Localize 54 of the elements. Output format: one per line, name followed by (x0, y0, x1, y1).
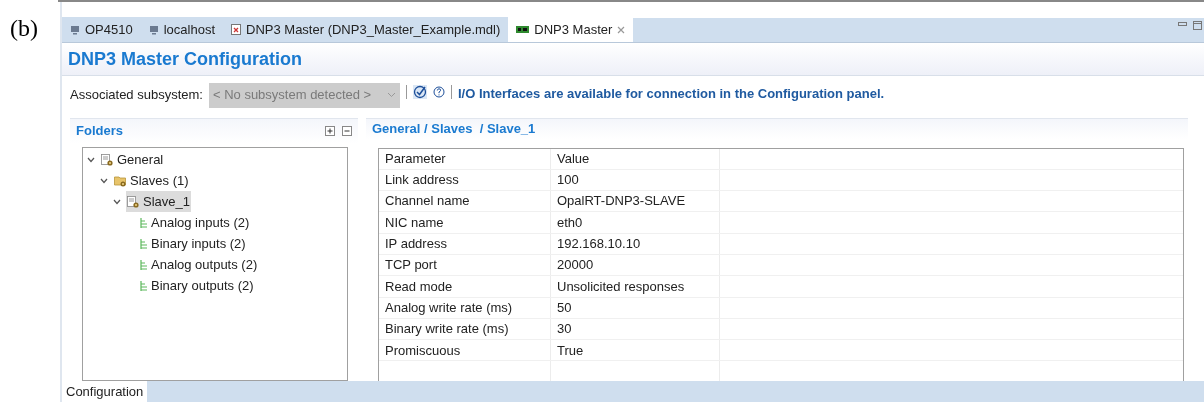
table-cell: IP address (379, 233, 551, 254)
table-cell: 192.168.10.10 (551, 233, 720, 254)
table-cell: Unsolicited responses (551, 276, 720, 297)
table-cell: 50 (551, 297, 720, 318)
table-cell: Binary write rate (ms) (379, 318, 551, 340)
editor-tab[interactable]: DNP3 Master (508, 17, 634, 42)
column-header: Parameter (379, 148, 551, 169)
panel-title: Folders (76, 122, 123, 141)
folder-gear-icon (114, 174, 127, 187)
list-icon (140, 280, 148, 291)
info-message: I/O Interfaces are available for connection in the Configuration panel. (457, 85, 885, 104)
list-icon (140, 259, 148, 270)
tree-item[interactable]: Binary inputs (2) (139, 233, 247, 254)
minimize-icon[interactable] (1178, 22, 1187, 28)
breadcrumb: General / Slaves / Slave_1 (372, 120, 536, 138)
table-cell: 30 (551, 318, 720, 340)
bottom-tab[interactable]: Configuration (62, 381, 148, 402)
page-title: DNP3 Master Configuration (68, 47, 303, 71)
table-cell: Link address (379, 169, 551, 191)
table-cell: 100 (551, 169, 720, 191)
table-cell: eth0 (551, 212, 720, 233)
maximize-icon[interactable] (1193, 21, 1202, 30)
tree-item[interactable]: Analog outputs (2) (139, 254, 259, 275)
tree-item[interactable]: General (100, 149, 165, 170)
tree-item[interactable]: Binary outputs (2) (139, 275, 255, 296)
close-icon[interactable] (617, 25, 626, 34)
table-cell: 20000 (551, 255, 720, 276)
field-label: Associated subsystem: (70, 86, 203, 105)
tree-item[interactable]: Slaves (1) (113, 170, 190, 191)
computer-icon (148, 24, 159, 35)
table-cell: Analog write rate (ms) (379, 297, 551, 318)
document-icon (231, 24, 241, 35)
table-cell: Promiscuous (379, 340, 551, 361)
list-icon (140, 238, 148, 249)
config-file-icon (127, 195, 140, 208)
table-cell: Channel name (379, 191, 551, 212)
collapse-all-icon[interactable] (342, 126, 352, 136)
table-cell: NIC name (379, 212, 551, 233)
table-cell: Read mode (379, 276, 551, 297)
chevron-down-icon (386, 92, 396, 98)
column-header: Value (551, 148, 720, 169)
table-cell: TCP port (379, 255, 551, 276)
circuit-board-icon (516, 25, 530, 34)
computer-icon (70, 24, 80, 35)
table-cell: OpalRT-DNP3-SLAVE (551, 191, 720, 212)
figure-label: (b) (10, 15, 38, 41)
table-cell: True (551, 340, 720, 361)
check-circle-icon[interactable] (412, 85, 427, 99)
config-file-icon (101, 153, 114, 166)
tree-item[interactable]: Slave_1 (126, 191, 191, 212)
expand-all-icon[interactable] (325, 126, 335, 136)
tree-item[interactable]: Analog inputs (2) (139, 212, 251, 233)
list-icon (140, 217, 148, 228)
help-icon[interactable] (432, 86, 445, 98)
